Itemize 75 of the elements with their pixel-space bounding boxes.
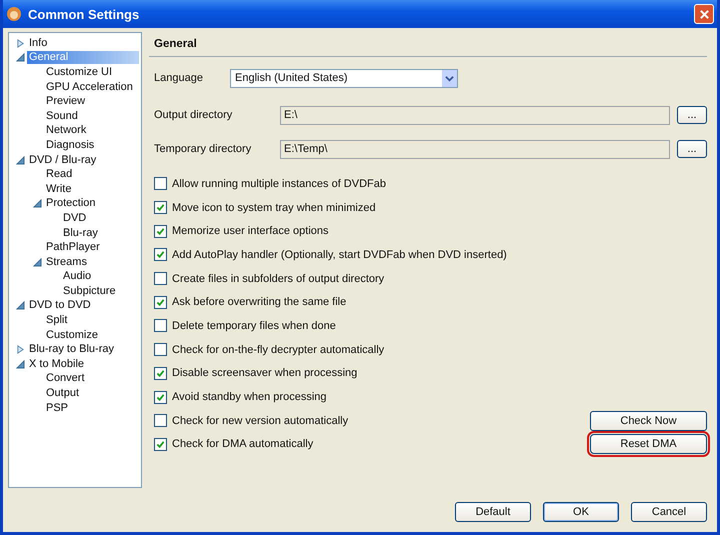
expanded-triangle-icon[interactable] xyxy=(16,156,24,165)
tree-item[interactable]: DVD xyxy=(61,212,88,225)
option-label: Memorize user interface options xyxy=(172,225,329,238)
dialog-button[interactable]: Cancel xyxy=(631,502,707,522)
option-label: Check for on-the-fly decrypter automatically xyxy=(172,344,384,356)
tree-item[interactable]: Info xyxy=(27,36,50,50)
section-title: General xyxy=(149,32,707,57)
collapsed-triangle-icon[interactable] xyxy=(16,38,24,48)
browse-button[interactable]: ... xyxy=(677,106,707,124)
option-label: Allow running multiple instances of DVDFab xyxy=(172,178,386,190)
collapsed-triangle-icon[interactable] xyxy=(16,345,24,354)
browse-button[interactable]: ... xyxy=(677,140,707,158)
option-label: Ask before overwriting the same file xyxy=(172,296,346,308)
option-label: Create files in subfolders of output directory xyxy=(172,272,384,285)
language-label: Language xyxy=(154,72,204,84)
checkbox[interactable] xyxy=(154,248,167,262)
tree-item[interactable]: Split xyxy=(44,314,70,328)
checkbox[interactable] xyxy=(154,414,167,428)
language-dropdown[interactable]: English (United States) xyxy=(230,68,458,88)
expanded-triangle-icon[interactable] xyxy=(16,360,24,369)
tree-item[interactable]: Audio xyxy=(61,270,94,284)
checkbox[interactable] xyxy=(154,272,167,286)
tree-item[interactable]: Blu-ray to Blu-ray xyxy=(27,343,116,356)
option-label: Check for DMA automatically xyxy=(172,438,314,450)
checkbox[interactable] xyxy=(154,343,167,356)
checkbox[interactable] xyxy=(154,390,167,404)
checkbox[interactable] xyxy=(154,438,167,451)
tree-item[interactable]: Read xyxy=(44,168,74,182)
tree-item[interactable]: Customize UI xyxy=(44,66,114,79)
window-title: Common Settings xyxy=(28,6,140,22)
checkbox[interactable] xyxy=(154,224,167,238)
checkbox[interactable] xyxy=(154,177,167,190)
tree-item[interactable]: Preview xyxy=(44,95,88,108)
expanded-triangle-icon[interactable] xyxy=(32,199,42,208)
tree-item[interactable]: Blu-ray xyxy=(61,226,100,240)
tree-item[interactable]: Streams xyxy=(44,256,89,269)
directory-label: Output directory xyxy=(154,109,234,121)
directory-field[interactable]: E:\Temp\ xyxy=(280,140,670,158)
reset-dma-button[interactable]: Reset DMA xyxy=(590,434,707,454)
option-label: Disable screensaver when processing xyxy=(172,367,358,380)
dialog-button[interactable]: Default xyxy=(455,502,531,522)
checkbox[interactable] xyxy=(154,319,167,332)
app-icon xyxy=(6,6,22,22)
tree-item[interactable]: X to Mobile xyxy=(27,358,86,371)
tree-item[interactable]: Subpicture xyxy=(61,284,118,298)
option-label: Check for new version automatically xyxy=(172,414,348,427)
option-label: Avoid standby when processing xyxy=(172,391,327,404)
tree-item[interactable]: DVD to DVD xyxy=(27,299,93,312)
dialog-button[interactable]: OK xyxy=(543,502,619,522)
directory-field[interactable]: E:\ xyxy=(280,106,670,124)
tree-item[interactable]: Protection xyxy=(44,197,98,210)
expanded-triangle-icon[interactable] xyxy=(32,258,42,267)
option-label: Add AutoPlay handler (Optionally, start DVDFab when DVD inserted) xyxy=(172,248,507,261)
option-label: Move icon to system tray when minimized xyxy=(172,202,376,214)
checkbox[interactable] xyxy=(154,366,167,380)
tree-item[interactable]: Convert xyxy=(44,372,87,386)
expanded-triangle-icon[interactable] xyxy=(16,301,24,310)
tree-item[interactable]: Sound xyxy=(44,110,80,123)
tree-item[interactable]: Customize xyxy=(44,328,100,342)
tree-item[interactable]: PSP xyxy=(44,402,70,415)
tree-item[interactable]: Diagnosis xyxy=(44,138,96,152)
tree-item[interactable]: Output xyxy=(44,387,82,400)
tree-item[interactable]: PathPlayer xyxy=(44,241,102,254)
option-label: Delete temporary files when done xyxy=(172,320,336,332)
tree-item[interactable]: GPU Acceleration xyxy=(44,80,135,94)
checkbox[interactable] xyxy=(154,296,167,309)
close-button[interactable] xyxy=(694,4,714,24)
checkbox[interactable] xyxy=(154,201,167,214)
close-icon xyxy=(698,8,710,20)
check-now-button[interactable]: Check Now xyxy=(590,410,707,431)
directory-label: Temporary directory xyxy=(154,143,252,155)
tree-item[interactable]: DVD / Blu-ray xyxy=(27,154,98,167)
expanded-triangle-icon[interactable] xyxy=(16,53,24,62)
tree-item[interactable]: Write xyxy=(44,182,74,196)
tree-item[interactable]: Network xyxy=(44,124,88,138)
